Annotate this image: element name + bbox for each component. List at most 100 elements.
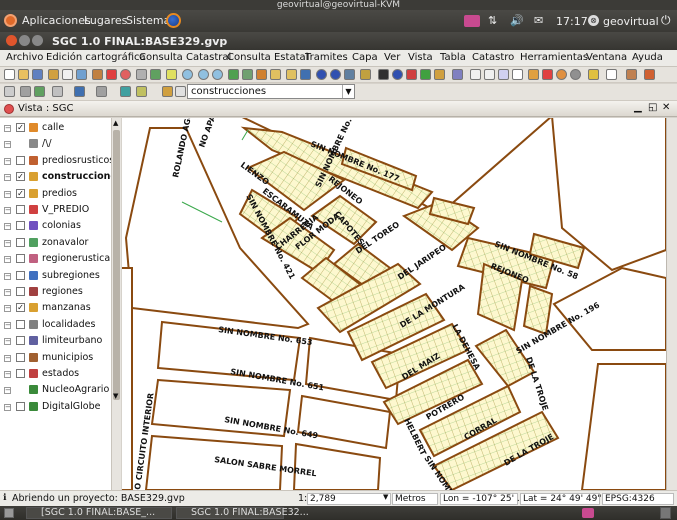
- expand-icon[interactable]: −: [4, 272, 11, 280]
- expand-icon[interactable]: −: [4, 239, 11, 247]
- layer-item[interactable]: − regiones: [4, 284, 120, 300]
- save-icon[interactable]: [32, 69, 43, 80]
- full-extent-icon[interactable]: [242, 69, 253, 80]
- menu-tramites[interactable]: Tramites: [305, 52, 348, 63]
- layer-item[interactable]: − prediosrusticos: [4, 153, 120, 169]
- layer-visibility-checkbox[interactable]: [16, 237, 25, 247]
- layer-visibility-checkbox[interactable]: [16, 254, 25, 264]
- menu-vista[interactable]: Vista: [408, 52, 433, 63]
- layer-visibility-checkbox[interactable]: [16, 319, 25, 329]
- grid-icon[interactable]: [136, 69, 147, 80]
- active-layer-icon[interactable]: [162, 86, 173, 97]
- clock[interactable]: 17:17: [556, 15, 588, 28]
- measure-icon[interactable]: [344, 69, 355, 80]
- close-view-icon[interactable]: ✕: [662, 102, 670, 113]
- expand-icon[interactable]: −: [4, 338, 11, 346]
- maximize-view-icon[interactable]: ◱: [648, 102, 657, 113]
- zoom-in-icon[interactable]: [182, 69, 193, 80]
- taskbar-item-2[interactable]: SGC 1.0 FINAL:BASE32...: [176, 507, 309, 519]
- network-icon[interactable]: ⇅: [488, 14, 497, 27]
- expand-icon[interactable]: −: [4, 207, 11, 214]
- info2-icon[interactable]: [330, 69, 341, 80]
- gear-icon[interactable]: [570, 69, 581, 80]
- menu-tabla[interactable]: Tabla: [440, 52, 466, 63]
- node-icon[interactable]: [528, 69, 539, 80]
- show-desktop-icon[interactable]: [4, 508, 14, 518]
- layer-item[interactable]: − ✓ calle: [4, 120, 120, 136]
- expand-icon[interactable]: −: [4, 321, 11, 329]
- cut-icon[interactable]: [542, 69, 553, 80]
- expand-icon[interactable]: −: [4, 190, 11, 198]
- window-icon[interactable]: [74, 86, 85, 97]
- menu-consulta-catastral[interactable]: Consulta Catastral: [139, 52, 231, 63]
- menu-ver[interactable]: Ver: [384, 52, 400, 63]
- expand-icon[interactable]: −: [4, 141, 11, 149]
- layer-visibility-checkbox[interactable]: [16, 287, 25, 296]
- chat-icon[interactable]: [464, 15, 480, 27]
- minimize-window-icon[interactable]: [19, 35, 30, 46]
- layer-visibility-checkbox[interactable]: [16, 369, 25, 378]
- menu-sistema[interactable]: Sistema: [126, 14, 170, 27]
- layer-visibility-checkbox[interactable]: [16, 336, 25, 346]
- run-icon[interactable]: [644, 69, 655, 80]
- layer-item[interactable]: − NucleoAgrario: [4, 382, 120, 398]
- layer-visibility-checkbox[interactable]: [16, 270, 25, 280]
- menu-herramientas[interactable]: Herramientas: [520, 52, 588, 63]
- menu-lugares[interactable]: Lugares: [84, 14, 127, 27]
- scale-icon[interactable]: [20, 86, 31, 97]
- mail-icon[interactable]: ✉: [534, 14, 543, 27]
- expand-icon[interactable]: −: [4, 223, 11, 231]
- user-name[interactable]: geovirtual: [603, 15, 659, 28]
- layer-list-icon[interactable]: [175, 86, 186, 97]
- layer-visibility-checkbox[interactable]: [16, 352, 25, 362]
- scale-input[interactable]: 2,789: [307, 493, 391, 505]
- map-scrollbar[interactable]: [666, 118, 677, 490]
- menu-capa[interactable]: Capa: [352, 52, 378, 63]
- layer-visibility-checkbox[interactable]: [16, 401, 25, 411]
- refresh-icon[interactable]: [120, 86, 131, 97]
- select-icon[interactable]: [166, 69, 177, 80]
- menu-archivo[interactable]: Archivo: [6, 52, 43, 63]
- edit-icon[interactable]: [48, 69, 59, 80]
- units-field[interactable]: Metros: [392, 493, 438, 505]
- layer-item[interactable]: − ✓ manzanas: [4, 300, 120, 316]
- stats-icon[interactable]: [420, 69, 431, 80]
- layers-icon[interactable]: [228, 69, 239, 80]
- expand-icon[interactable]: −: [4, 256, 11, 264]
- layer-item[interactable]: − zonavalor: [4, 235, 120, 251]
- binoculars-icon[interactable]: [378, 69, 389, 80]
- open-icon[interactable]: [18, 69, 29, 80]
- record-icon[interactable]: [120, 69, 131, 80]
- overview-icon[interactable]: [52, 86, 63, 97]
- layer-item[interactable]: − municipios: [4, 350, 120, 366]
- map-icon[interactable]: [92, 69, 103, 80]
- layer-visibility-checkbox[interactable]: ✓: [16, 172, 25, 182]
- scroll-up-icon[interactable]: ▲: [113, 119, 118, 127]
- expand-icon[interactable]: −: [4, 371, 11, 378]
- taskbar-item-1[interactable]: [SGC 1.0 FINAL:BASE_...: [26, 507, 172, 519]
- expand-icon[interactable]: −: [4, 157, 11, 165]
- layer-panel-scrollbar[interactable]: ▲ ▼: [111, 118, 121, 490]
- table-icon[interactable]: [62, 69, 73, 80]
- close-window-icon[interactable]: [6, 35, 17, 46]
- expand-icon[interactable]: −: [4, 387, 11, 395]
- firefox-icon[interactable]: [166, 13, 181, 28]
- grid2-icon[interactable]: [606, 69, 617, 80]
- select-area-icon[interactable]: [498, 69, 509, 80]
- scroll-thumb[interactable]: [113, 130, 120, 400]
- layer-item[interactable]: − subregiones: [4, 268, 120, 284]
- layer-visibility-checkbox[interactable]: ✓: [16, 188, 25, 198]
- layer-item[interactable]: − V_PREDIO: [4, 202, 120, 218]
- pointer-icon[interactable]: [470, 69, 481, 80]
- map-canvas[interactable]: ROLANDO AGUI NO APAREN SIN NOMBRE No. 17…: [122, 118, 666, 490]
- hand-icon[interactable]: [286, 69, 297, 80]
- layer-item[interactable]: − ✓ predios: [4, 186, 120, 202]
- extent-icon[interactable]: [256, 69, 267, 80]
- find-icon[interactable]: [150, 69, 161, 80]
- edit-vertex-icon[interactable]: [4, 86, 15, 97]
- ubuntu-logo-icon[interactable]: [4, 14, 17, 27]
- expand-icon[interactable]: −: [4, 289, 11, 296]
- maximize-window-icon[interactable]: [32, 35, 43, 46]
- circle-icon[interactable]: [556, 69, 567, 80]
- layer-visibility-checkbox[interactable]: ✓: [16, 123, 25, 132]
